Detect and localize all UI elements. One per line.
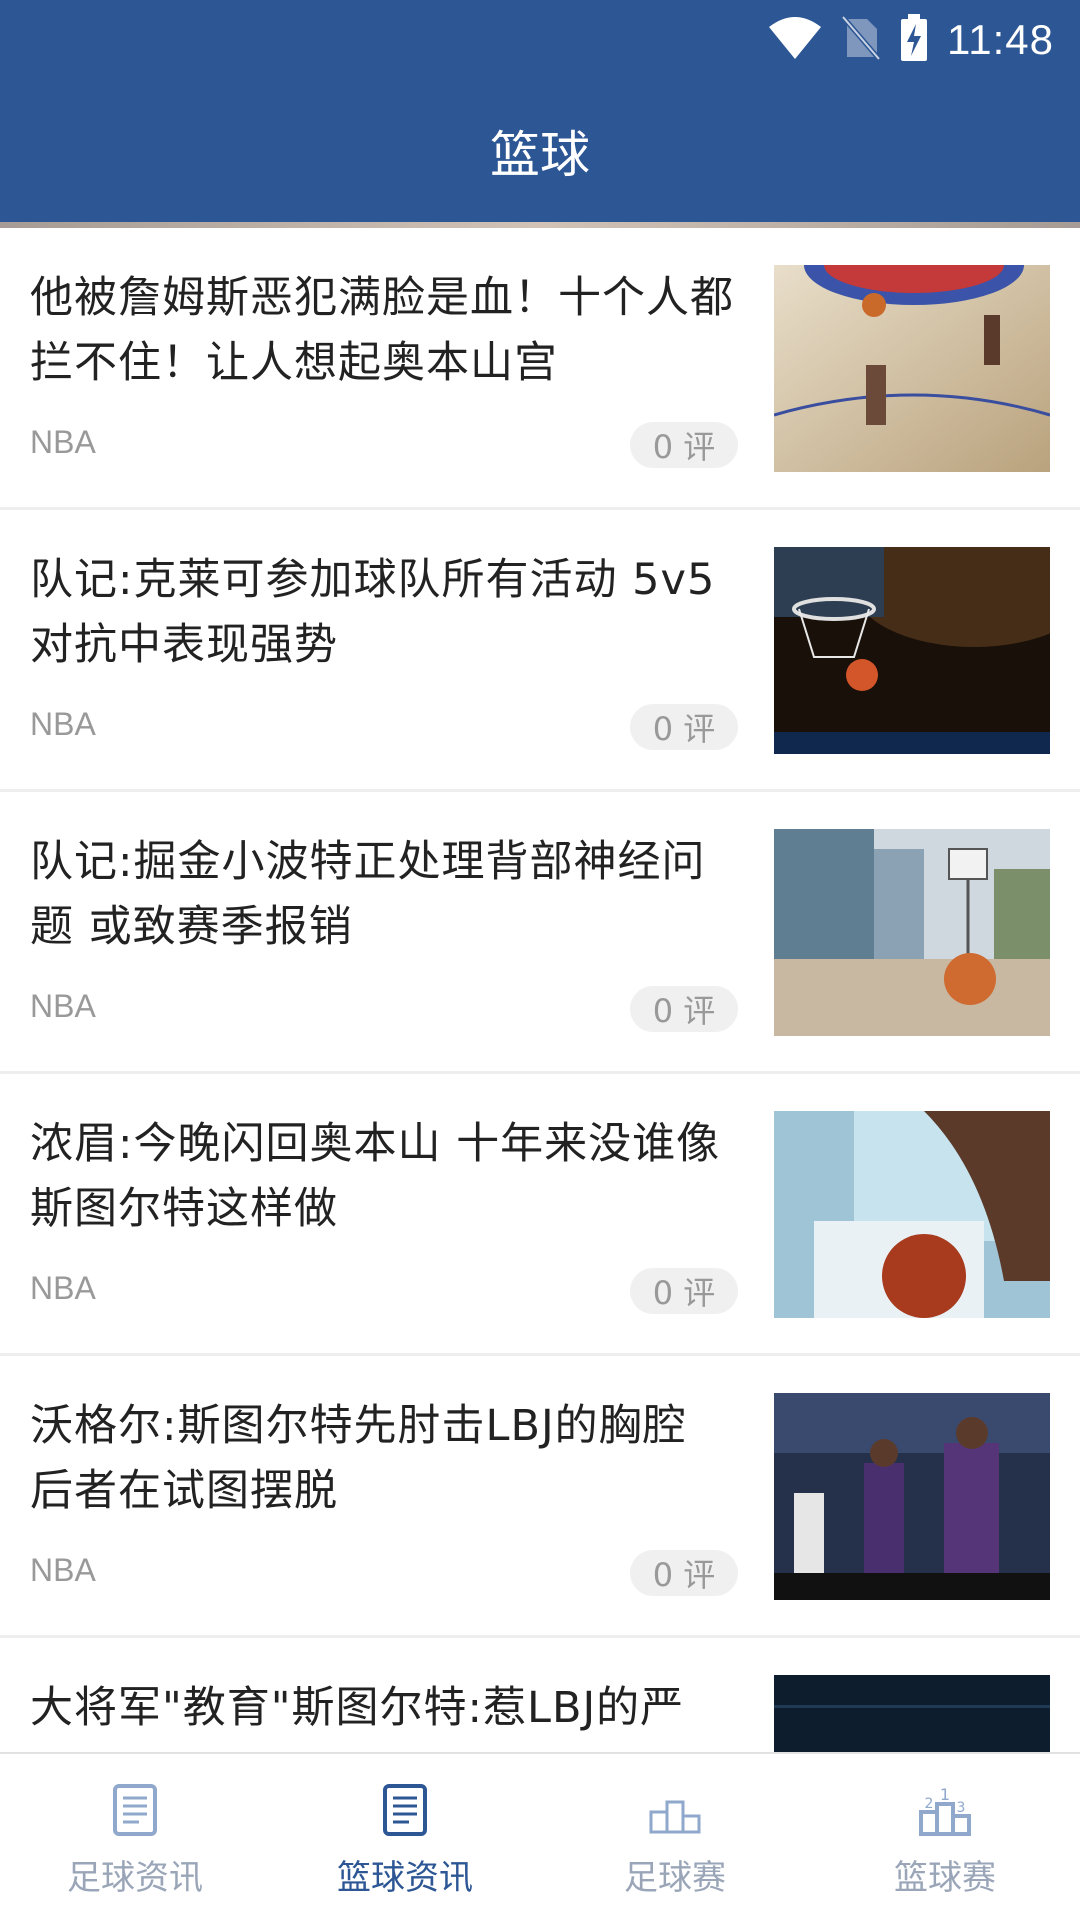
news-thumbnail[interactable] — [774, 265, 1050, 472]
comment-count-badge: 0 评 — [630, 986, 738, 1032]
news-item[interactable]: 浓眉:今晚闪回奥本山 十年来没谁像斯图尔特这样做 NBA 0 评 — [0, 1074, 1080, 1356]
news-thumbnail[interactable] — [774, 1675, 1050, 1752]
podium-icon — [647, 1782, 703, 1838]
page-title: 篮球 — [490, 126, 590, 184]
news-item[interactable]: 队记:克莱可参加球队所有活动 5v5对抗中表现强势 NBA 0 评 — [0, 510, 1080, 792]
nav-item-football-news[interactable]: 足球资讯 — [0, 1754, 270, 1920]
news-title: 队记:掘金小波特正处理背部神经问题 或致赛季报销 — [30, 837, 706, 952]
nav-label: 足球赛 — [624, 1858, 726, 1898]
status-bar: 11:48 — [0, 0, 1080, 80]
battery-charging-icon — [899, 14, 929, 66]
news-title: 沃格尔:斯图尔特先肘击LBJ的胸腔 后者在试图摆脱 — [30, 1401, 687, 1516]
news-thumbnail[interactable] — [774, 547, 1050, 754]
news-source: NBA — [30, 706, 96, 742]
nav-label: 篮球赛 — [894, 1858, 996, 1898]
news-item[interactable]: 沃格尔:斯图尔特先肘击LBJ的胸腔 后者在试图摆脱 NBA 0 评 — [0, 1356, 1080, 1638]
news-thumbnail[interactable] — [774, 829, 1050, 1036]
svg-text:1: 1 — [940, 1785, 950, 1804]
news-title: 他被詹姆斯恶犯满脸是血！十个人都拦不住！让人想起奥本山宫 — [30, 273, 734, 388]
svg-text:2: 2 — [925, 1796, 934, 1812]
svg-text:3: 3 — [957, 1800, 966, 1816]
podium-ranked-icon: 12 3 — [917, 1782, 973, 1838]
news-source: NBA — [30, 424, 96, 460]
nav-item-football-matches[interactable]: 足球赛 — [540, 1754, 810, 1920]
no-sim-icon — [841, 15, 881, 65]
news-title: 浓眉:今晚闪回奥本山 十年来没谁像斯图尔特这样做 — [30, 1119, 721, 1234]
comment-count-badge: 0 评 — [630, 1268, 738, 1314]
news-source: NBA — [30, 1270, 96, 1306]
nav-label: 足球资讯 — [67, 1858, 203, 1898]
article-icon — [377, 1782, 433, 1838]
article-icon — [107, 1782, 163, 1838]
nav-item-basketball-matches[interactable]: 12 3 篮球赛 — [810, 1754, 1080, 1920]
news-thumbnail[interactable] — [774, 1111, 1050, 1318]
news-thumbnail[interactable] — [774, 1393, 1050, 1600]
nav-item-basketball-news[interactable]: 篮球资讯 — [270, 1754, 540, 1920]
news-item[interactable]: 大将军"教育"斯图尔特:惹LBJ的严 — [0, 1638, 1080, 1752]
comment-count-badge: 0 评 — [630, 422, 738, 468]
news-title: 队记:克莱可参加球队所有活动 5v5对抗中表现强势 — [30, 555, 716, 670]
news-list[interactable]: 他被詹姆斯恶犯满脸是血！十个人都拦不住！让人想起奥本山宫 NBA 0 评 队记:… — [0, 228, 1080, 1752]
news-item[interactable]: 队记:掘金小波特正处理背部神经问题 或致赛季报销 NBA 0 评 — [0, 792, 1080, 1074]
news-item[interactable]: 他被詹姆斯恶犯满脸是血！十个人都拦不住！让人想起奥本山宫 NBA 0 评 — [0, 228, 1080, 510]
news-title: 大将军"教育"斯图尔特:惹LBJ的严 — [30, 1683, 685, 1733]
news-source: NBA — [30, 1552, 96, 1588]
status-time: 11:48 — [947, 16, 1054, 63]
comment-count-badge: 0 评 — [630, 704, 738, 750]
comment-count-badge: 0 评 — [630, 1550, 738, 1596]
news-source: NBA — [30, 988, 96, 1024]
bottom-nav: 足球资讯 篮球资讯 足球赛 12 3 篮球赛 — [0, 1752, 1080, 1920]
nav-label: 篮球资讯 — [337, 1858, 473, 1898]
app-bar: 篮球 — [0, 80, 1080, 222]
status-icons: 11:48 — [767, 12, 1054, 68]
wifi-icon — [767, 15, 823, 65]
